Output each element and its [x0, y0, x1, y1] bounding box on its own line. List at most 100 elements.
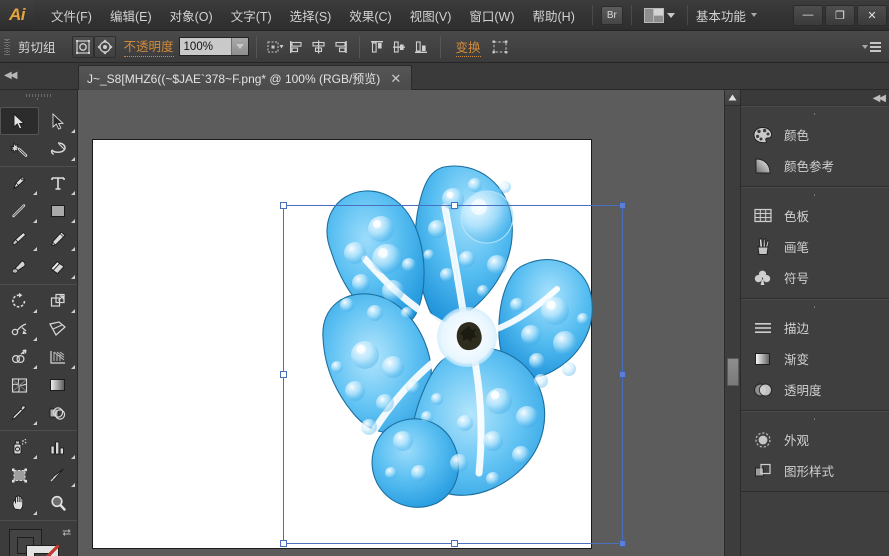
pen-tool[interactable] — [0, 169, 39, 197]
transparency-panel[interactable]: 透明度 — [741, 374, 889, 405]
perspective-grid-tool[interactable] — [39, 343, 78, 371]
gradient-panel[interactable]: 渐变 — [741, 343, 889, 374]
dock-group-grip[interactable] — [801, 109, 829, 118]
slice-tool[interactable] — [39, 461, 78, 489]
selection-handle-bottom-center[interactable] — [451, 540, 458, 547]
chevron-down-icon — [235, 44, 244, 49]
selection-handle-bottom-left[interactable] — [280, 540, 287, 547]
control-bar-grip[interactable] — [4, 36, 10, 57]
column-graph-tool[interactable] — [39, 433, 78, 461]
menu-item-effect[interactable]: 效果(C) — [340, 3, 400, 28]
opacity-label[interactable]: 不透明度 — [123, 36, 174, 57]
symbols-panel[interactable]: 符号 — [741, 262, 889, 293]
selection-handle-bottom-right[interactable] — [619, 540, 626, 547]
symbols-panel-label: 符号 — [784, 272, 810, 286]
vertical-align-top-icon[interactable] — [367, 36, 389, 58]
eyedropper-tool[interactable] — [0, 399, 39, 427]
selection-handle-top-right[interactable] — [619, 202, 626, 209]
isolate-selected-object-icon[interactable] — [71, 35, 94, 58]
free-transform-tool[interactable] — [39, 315, 78, 343]
vertical-align-bottom-icon[interactable] — [411, 36, 433, 58]
artboard-tool[interactable] — [0, 461, 39, 489]
window-controls: — ❐ ✕ — [793, 4, 887, 26]
fill-swatch[interactable] — [26, 545, 59, 556]
eraser-tool[interactable] — [39, 253, 78, 281]
document-canvas[interactable] — [78, 90, 740, 556]
rectangle-tool[interactable] — [39, 197, 78, 225]
shape-builder-tool[interactable] — [0, 343, 39, 371]
collapse-panels-icon[interactable]: ◀◀ — [873, 93, 886, 104]
control-bar-menu[interactable] — [862, 41, 881, 52]
scale-tool[interactable] — [39, 287, 78, 315]
color-guide-panel[interactable]: 颜色参考 — [741, 150, 889, 181]
arrange-documents-button[interactable] — [640, 6, 679, 25]
menu-item-edit[interactable]: 编辑(E) — [101, 3, 161, 28]
vertical-scrollbar-thumb[interactable] — [727, 358, 739, 386]
workspace-switcher-label[interactable]: 基本功能 — [696, 6, 746, 25]
lasso-tool[interactable] — [39, 135, 78, 163]
dock-group-grip[interactable] — [801, 414, 829, 423]
menubar-divider-1 — [591, 5, 593, 25]
stroke-panel[interactable]: 描边 — [741, 312, 889, 343]
target-path-icon[interactable] — [93, 35, 116, 58]
artboard[interactable] — [92, 139, 626, 549]
workspace-chevron-down-icon[interactable] — [750, 13, 757, 17]
illustrator-window: Ai 文件(F) 编辑(E) 对象(O) 文字(T) 选择(S) 效果(C) 视… — [0, 0, 889, 556]
close-icon[interactable]: ✕ — [388, 72, 403, 85]
color-panel[interactable]: 颜色 — [741, 119, 889, 150]
tools-panel-grip[interactable] — [0, 94, 77, 105]
go-to-bridge-button[interactable]: Br — [600, 5, 623, 25]
shape-options-icon[interactable] — [489, 36, 511, 58]
collapse-toolbar-icon[interactable]: ◀◀ — [4, 70, 17, 81]
graphic-styles-panel[interactable]: 图形样式 — [741, 455, 889, 486]
horizontal-align-right-icon[interactable] — [330, 36, 352, 58]
menu-item-file[interactable]: 文件(F) — [42, 3, 101, 28]
blue-flower-with-water-droplets[interactable] — [269, 155, 617, 515]
rotate-tool[interactable] — [0, 287, 39, 315]
tool-group-utility — [0, 431, 77, 521]
pencil-tool[interactable] — [39, 225, 78, 253]
selection-handle-middle-right[interactable] — [619, 371, 626, 378]
magic-wand-tool[interactable] — [0, 135, 39, 163]
dock-group-grip[interactable] — [801, 190, 829, 199]
menu-item-window[interactable]: 窗口(W) — [460, 3, 523, 28]
menu-item-select[interactable]: 选择(S) — [281, 3, 341, 28]
close-button[interactable]: ✕ — [857, 4, 887, 26]
align-to-selection-icon[interactable] — [264, 36, 286, 58]
line-segment-tool[interactable] — [0, 197, 39, 225]
direct-selection-tool[interactable] — [39, 107, 77, 135]
menu-item-type[interactable]: 文字(T) — [222, 3, 281, 28]
width-tool[interactable] — [0, 315, 39, 343]
menu-item-view[interactable]: 视图(V) — [401, 3, 461, 28]
swap-fill-stroke-icon[interactable]: ⮂ — [62, 527, 71, 540]
menu-item-object[interactable]: 对象(O) — [161, 3, 222, 28]
document-tab[interactable]: J~_S8[MHZ6((~$JAE`378~F.png* @ 100% (RGB… — [78, 65, 413, 90]
swatches-panel[interactable]: 色板 — [741, 200, 889, 231]
hand-tool[interactable] — [0, 489, 39, 517]
maximize-button[interactable]: ❐ — [825, 4, 855, 26]
opacity-field[interactable] — [178, 37, 249, 56]
paintbrush-tool[interactable] — [0, 225, 39, 253]
menu-item-help[interactable]: 帮助(H) — [524, 3, 584, 28]
selection-tool[interactable] — [0, 107, 39, 135]
vertical-align-middle-icon[interactable] — [389, 36, 411, 58]
opacity-input[interactable] — [179, 38, 231, 55]
fill-stroke-control: ⮂ — [0, 525, 77, 556]
transform-label[interactable]: 变换 — [455, 37, 481, 57]
horizontal-align-center-icon[interactable] — [308, 36, 330, 58]
blob-brush-tool[interactable] — [0, 253, 39, 281]
mesh-tool[interactable] — [0, 371, 39, 399]
vertical-scrollbar[interactable] — [724, 90, 740, 556]
gradient-tool[interactable] — [39, 371, 78, 399]
dock-group-grip[interactable] — [801, 302, 829, 311]
zoom-tool[interactable] — [39, 489, 78, 517]
scroll-up-icon[interactable] — [725, 90, 740, 106]
horizontal-align-left-icon[interactable] — [286, 36, 308, 58]
opacity-dropdown-button[interactable] — [230, 38, 248, 55]
brushes-panel[interactable]: 画笔 — [741, 231, 889, 262]
type-tool[interactable] — [39, 169, 78, 197]
appearance-panel[interactable]: 外观 — [741, 424, 889, 455]
minimize-button[interactable]: — — [793, 4, 823, 26]
blend-tool[interactable] — [39, 399, 78, 427]
symbol-sprayer-tool[interactable] — [0, 433, 39, 461]
